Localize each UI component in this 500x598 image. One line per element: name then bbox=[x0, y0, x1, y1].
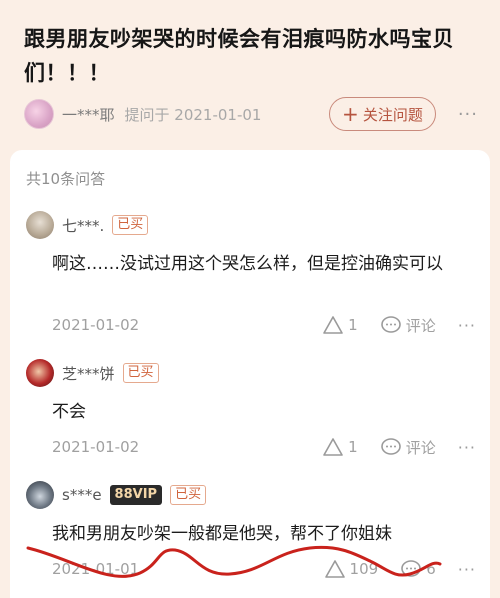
avatar[interactable] bbox=[26, 481, 54, 509]
comment-icon bbox=[380, 316, 401, 333]
answer-footer: 2021-01-02 1 评论 ··· bbox=[52, 312, 476, 338]
answers-count: 共10条问答 bbox=[26, 170, 106, 188]
avatar[interactable] bbox=[26, 211, 54, 239]
user-name[interactable]: s***e bbox=[62, 486, 102, 504]
purchased-badge: 已买 bbox=[122, 363, 159, 383]
more-icon[interactable]: ··· bbox=[458, 316, 476, 335]
question-title-line1: 跟男朋友吵架哭的时候会有泪痕吗防水吗宝贝 bbox=[24, 27, 454, 51]
question-header: 跟男朋友吵架哭的时候会有泪痕吗防水吗宝贝 们！！！ 一***耶 提问于 2021… bbox=[0, 0, 500, 150]
vip-badge: 88VIP bbox=[109, 485, 163, 505]
like-count: 1 bbox=[348, 316, 358, 334]
answer-header: 芝***饼 已买 bbox=[26, 358, 476, 388]
answer-text: 啊这……没试过用这个哭怎么样，但是控油确实可以 bbox=[52, 254, 443, 274]
asker-row: 一***耶 提问于 2021-01-01 + 关注问题 ··· bbox=[24, 96, 478, 132]
like-button[interactable]: 1 bbox=[322, 437, 358, 457]
comment-label: 评论 bbox=[405, 316, 436, 335]
question-title: 跟男朋友吵架哭的时候会有泪痕吗防水吗宝贝 们！！！ bbox=[24, 22, 478, 90]
avatar[interactable] bbox=[26, 359, 54, 387]
question-title-line2: 们！！！ bbox=[24, 61, 110, 85]
plus-icon: + bbox=[342, 102, 359, 126]
follow-label: 关注问题 bbox=[362, 105, 423, 124]
comment-button[interactable]: 评论 bbox=[380, 315, 436, 336]
like-count: 1 bbox=[348, 438, 358, 456]
answer-item: 七***. 已买 啊这……没试过用这个哭怎么样，但是控油确实可以 2021-01… bbox=[26, 210, 476, 335]
answer-header: s***e 88VIP 已买 bbox=[26, 480, 476, 510]
answer-date: 2021-01-02 bbox=[52, 438, 140, 456]
like-button[interactable]: 1 bbox=[322, 315, 358, 335]
answer-footer: 2021-01-02 1 评论 ··· bbox=[52, 434, 476, 460]
comment-label: 评论 bbox=[405, 438, 436, 457]
comment-button[interactable]: 评论 bbox=[380, 437, 436, 458]
asker-name[interactable]: 一***耶 bbox=[62, 104, 115, 125]
answer-date: 2021-01-02 bbox=[52, 316, 140, 334]
like-triangle-icon bbox=[323, 438, 343, 456]
answer-item: 芝***饼 已买 不会 2021-01-02 1 评论 ··· bbox=[26, 358, 476, 457]
user-name[interactable]: 芝***饼 bbox=[62, 363, 115, 384]
follow-question-button[interactable]: + 关注问题 bbox=[329, 97, 436, 131]
like-triangle-icon bbox=[323, 316, 343, 334]
red-scribble-annotation bbox=[26, 545, 442, 578]
more-icon[interactable]: ··· bbox=[458, 438, 476, 457]
comment-icon bbox=[380, 438, 401, 455]
asked-on-date: 提问于 2021-01-01 bbox=[124, 105, 262, 124]
answer-text: 不会 bbox=[52, 402, 86, 422]
answer-header: 七***. 已买 bbox=[26, 210, 476, 240]
user-name[interactable]: 七***. bbox=[62, 215, 104, 236]
more-icon[interactable]: ··· bbox=[458, 104, 478, 125]
purchased-badge: 已买 bbox=[170, 485, 207, 505]
purchased-badge: 已买 bbox=[112, 215, 149, 235]
asker-avatar[interactable] bbox=[24, 99, 54, 129]
